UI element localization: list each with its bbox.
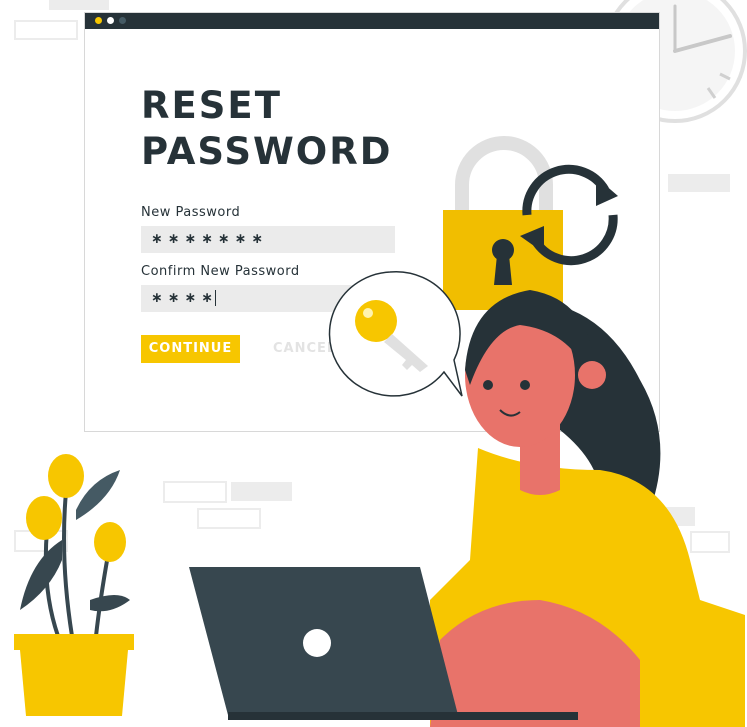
flower-pot xyxy=(14,454,134,716)
illustration xyxy=(14,136,745,727)
speech-bubble xyxy=(328,270,463,397)
padlock-icon xyxy=(443,136,563,310)
person-illustration xyxy=(430,290,745,727)
